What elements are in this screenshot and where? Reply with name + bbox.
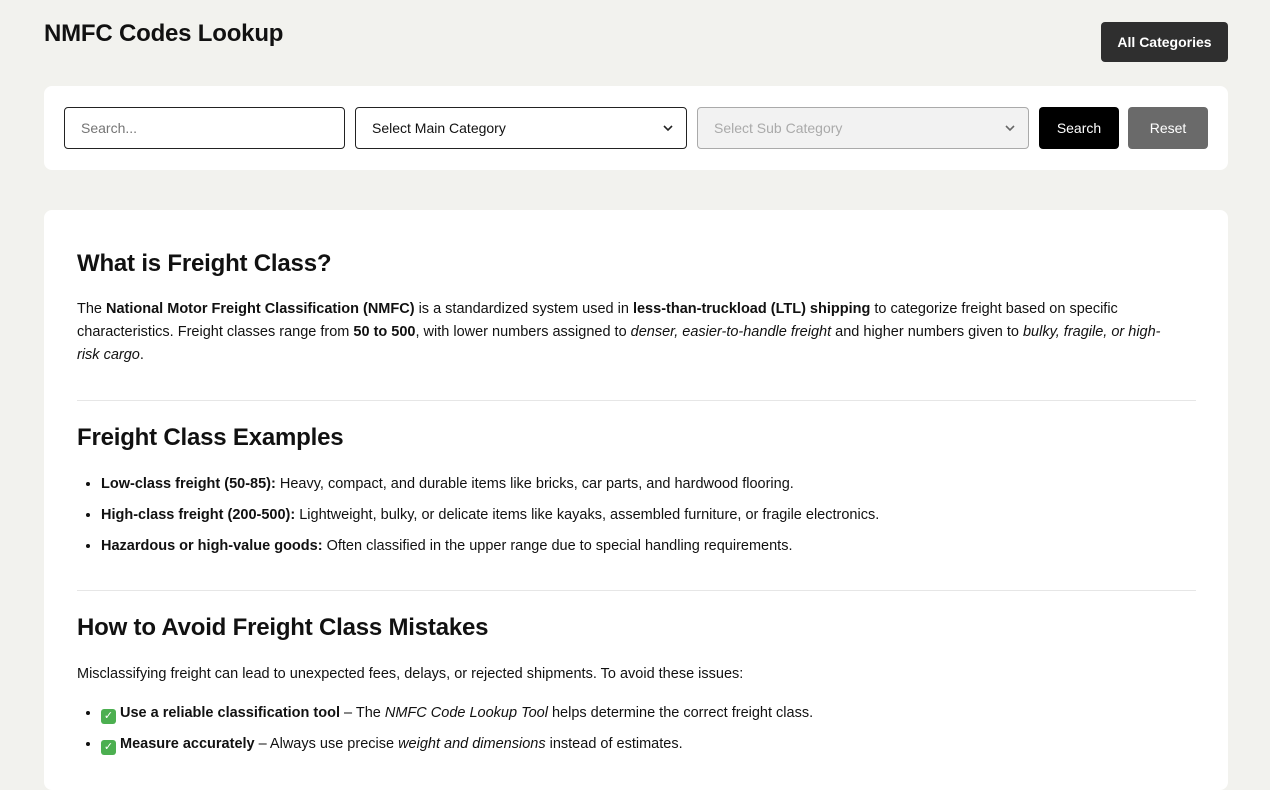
para-italic: denser, easier-to-handle freight [630,324,832,340]
para-bold: 50 to 500 [353,324,416,340]
reset-button[interactable]: Reset [1128,107,1208,149]
main-category-value: Select Main Category [372,120,506,136]
para-bold: National Motor Freight Classification (N… [106,301,415,317]
list-item-emphasis: weight and dimensions [398,736,546,752]
list-item-label: Use a reliable classification tool [120,705,340,721]
list-item: ✓ Use a reliable classification tool – Th… [101,703,1181,734]
list-item-text: – Always use precise [254,736,399,752]
list-item-text: Lightweight, bulky, or delicate items li… [295,507,880,523]
chevron-down-icon [1005,125,1015,132]
section-divider [77,400,1196,401]
list-item-label: High-class freight (200-500): [101,507,296,523]
page-header: NMFC Codes Lookup All Categories [44,18,1228,68]
para-text: is a standardized system used in [414,301,633,317]
examples-list: Low-class freight (50-85): Heavy, compac… [77,474,1181,567]
all-categories-button[interactable]: All Categories [1101,22,1228,62]
para-bold: less-than-truckload (LTL) shipping [632,301,871,317]
search-input[interactable] [64,107,345,149]
sub-category-value: Select Sub Category [714,120,843,136]
page-title: NMFC Codes Lookup [44,20,284,47]
search-button[interactable]: Search [1039,107,1119,149]
mistakes-list: ✓ Use a reliable classification tool – Th… [77,703,1181,765]
section-divider [77,590,1196,591]
para-text: . [139,347,144,363]
para-text: and higher numbers given to [831,324,1023,340]
sub-category-select[interactable]: Select Sub Category [697,107,1029,149]
mistakes-intro: Misclassifying freight can lead to unexp… [77,666,744,682]
list-item-label: Hazardous or high-value goods: [101,538,323,554]
list-item-text: Often classified in the upper range due … [322,538,793,554]
list-item-label: Low-class freight (50-85): [101,476,276,492]
list-item: Hazardous or high-value goods: Often cla… [101,536,1181,567]
section-title-mistakes: How to Avoid Freight Class Mistakes [77,614,489,641]
chevron-down-icon [663,125,673,132]
para-text: , with lower numbers assigned to [415,324,631,340]
list-item-text: helps determine the correct freight clas… [547,705,814,721]
list-item: Low-class freight (50-85): Heavy, compac… [101,474,1181,505]
list-item-text: – The [340,705,385,721]
list-item-text: Heavy, compact, and durable items like b… [275,476,794,492]
search-panel: Select Main Category Select Sub Category… [44,86,1228,170]
freight-class-paragraph: The National Motor Freight Classificatio… [77,298,1177,367]
check-mark-icon: ✓ [101,709,116,724]
list-item: High-class freight (200-500): Lightweigh… [101,505,1181,536]
section-title-examples: Freight Class Examples [77,424,344,451]
para-text: The [77,301,107,317]
list-item: ✓ Measure accurately – Always use precise… [101,734,1181,765]
check-mark-icon: ✓ [101,740,116,755]
main-category-select[interactable]: Select Main Category [355,107,687,149]
list-item-label: Measure accurately [120,736,255,752]
list-item-emphasis: NMFC Code Lookup Tool [384,705,548,721]
list-item-text: instead of estimates. [545,736,683,752]
section-title-freight-class: What is Freight Class? [77,250,332,277]
content-card: What is Freight Class? The National Moto… [44,210,1228,790]
